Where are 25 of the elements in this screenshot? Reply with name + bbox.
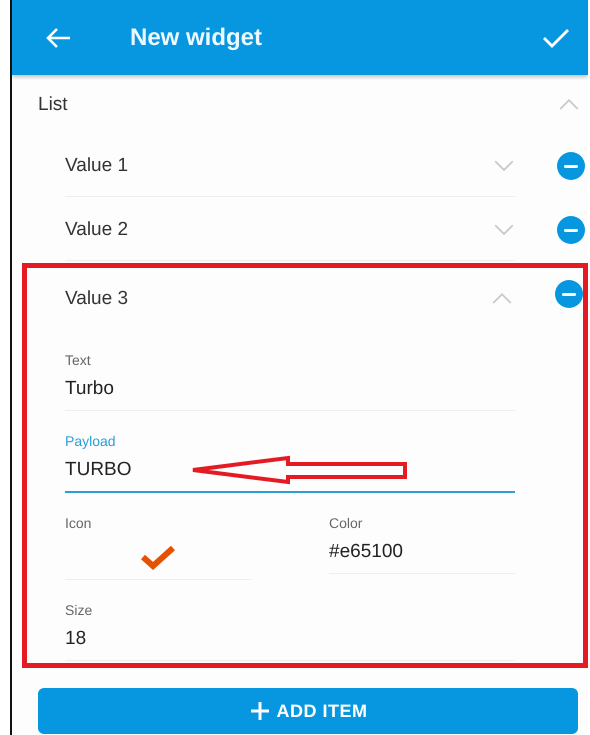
- field-label: Size: [65, 602, 94, 618]
- input-field[interactable]: 18: [65, 622, 515, 661]
- remove-icon[interactable]: [557, 216, 585, 244]
- field-label: Icon: [65, 515, 92, 531]
- list-item-title[interactable]: Value 1: [65, 154, 493, 176]
- chevron-down-icon[interactable]: [493, 158, 515, 172]
- input-field[interactable]: Turbo: [65, 372, 515, 411]
- remove-icon[interactable]: [555, 280, 583, 308]
- check-icon: [140, 544, 176, 570]
- plus-icon: [248, 700, 270, 722]
- field-label: Text: [65, 352, 92, 368]
- list-item-title[interactable]: Value 2: [65, 218, 493, 240]
- input-field[interactable]: #e65100: [329, 535, 515, 574]
- remove-icon[interactable]: [557, 152, 585, 180]
- list-label: List: [38, 94, 69, 116]
- back-arrow-icon[interactable]: [44, 26, 72, 50]
- field-label: Payload: [65, 433, 117, 449]
- screen-title: New widget: [130, 24, 264, 52]
- input-field[interactable]: TURBO: [65, 453, 515, 493]
- chevron-down-icon[interactable]: [493, 222, 515, 236]
- confirm-check-icon[interactable]: [542, 26, 570, 48]
- chevron-up-icon[interactable]: [491, 292, 514, 306]
- list-item-title[interactable]: Value 3: [65, 288, 492, 310]
- field-label: Color: [329, 515, 364, 531]
- chevron-up-icon[interactable]: [558, 98, 580, 112]
